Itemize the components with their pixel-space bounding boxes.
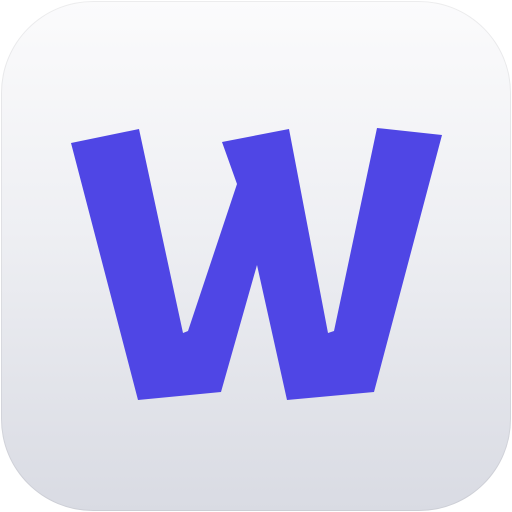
w-glyph-shape	[71, 128, 442, 400]
app-icon-tile[interactable]	[1, 1, 511, 511]
w-letter-logo-icon	[71, 128, 442, 400]
